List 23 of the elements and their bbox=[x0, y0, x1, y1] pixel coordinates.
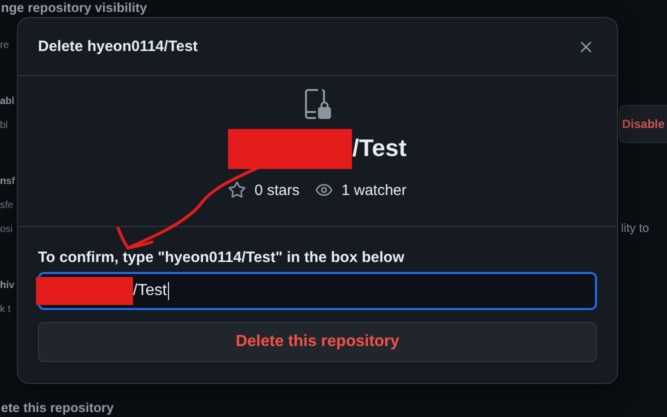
disable-button[interactable]: Disable bbox=[619, 105, 667, 143]
section-description: bl bbox=[0, 119, 9, 133]
eye-icon bbox=[315, 181, 334, 199]
section-heading: ete this repository bbox=[0, 400, 115, 417]
section-description: k t bbox=[0, 303, 12, 317]
section-description: osi bbox=[0, 223, 14, 237]
section-heading: hiv bbox=[0, 279, 16, 293]
section-heading: abl bbox=[0, 95, 16, 109]
delete-repository-button[interactable]: Delete this repository bbox=[38, 322, 597, 362]
input-value: /Test bbox=[133, 282, 169, 300]
confirm-input-field[interactable]: /Test bbox=[38, 272, 597, 310]
section-description: sfe bbox=[0, 199, 14, 213]
stars-count: 0 stars bbox=[254, 182, 300, 198]
watchers-count: 1 watcher bbox=[341, 182, 407, 198]
section-heading: nsf bbox=[0, 175, 16, 189]
locked-repo-icon bbox=[304, 88, 332, 120]
section-description: re bbox=[0, 39, 10, 53]
section-heading: nge repository visibility bbox=[0, 0, 148, 17]
star-icon bbox=[228, 181, 246, 199]
dialog-title: Delete hyeon0114/Test bbox=[38, 38, 198, 55]
repo-name: /Test bbox=[352, 135, 407, 163]
section-description: lity to bbox=[620, 221, 650, 235]
confirm-label: To confirm, type "hyeon0114/Test" in the box below bbox=[38, 249, 406, 266]
